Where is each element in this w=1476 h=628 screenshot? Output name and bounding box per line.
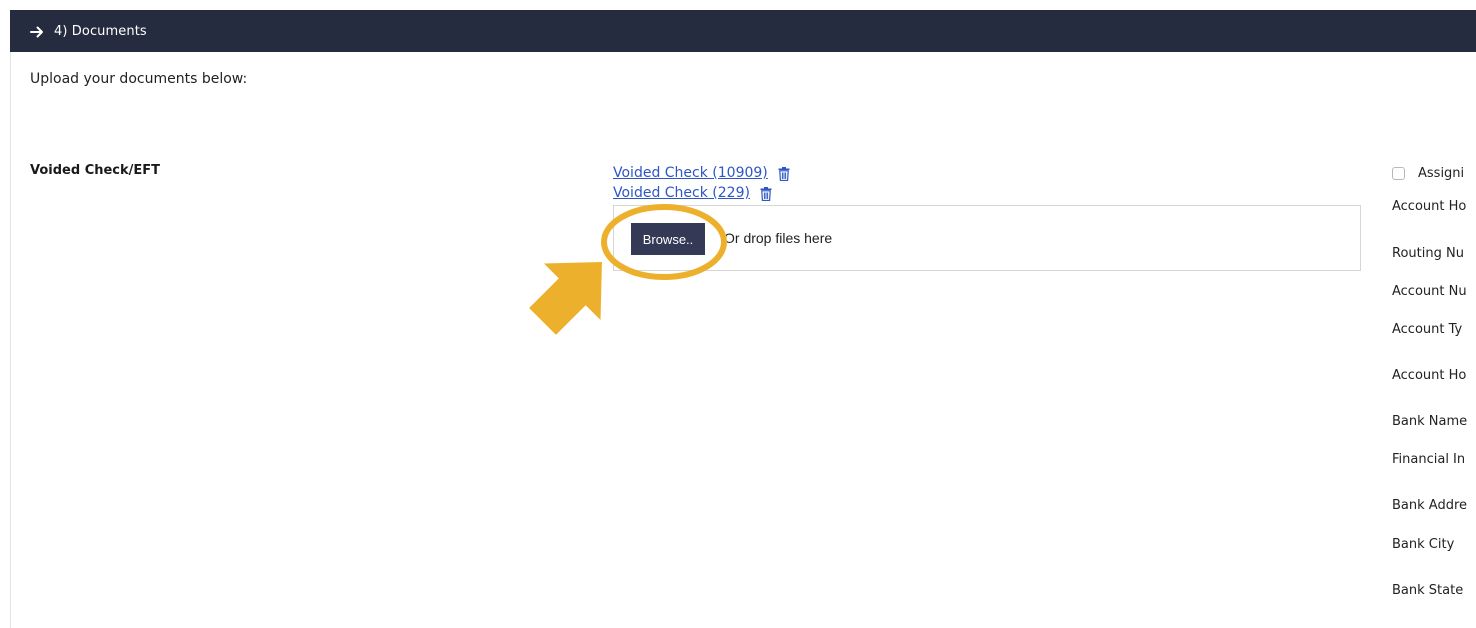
bank-field-label: Financial In bbox=[1392, 452, 1466, 467]
bank-field-label: Account Nu bbox=[1392, 284, 1467, 299]
arrow-right-icon bbox=[30, 24, 44, 38]
trash-icon[interactable] bbox=[778, 166, 790, 182]
bank-field-label: Bank City bbox=[1392, 537, 1455, 552]
assign-checkbox[interactable] bbox=[1392, 167, 1405, 180]
bank-field-label: Bank State bbox=[1392, 583, 1464, 598]
document-label: Voided Check/EFT bbox=[30, 163, 161, 178]
assign-label: Assigni bbox=[1418, 166, 1465, 181]
bank-field-label: Bank Name bbox=[1392, 414, 1468, 429]
file-item: Voided Check (229) bbox=[613, 183, 790, 203]
bank-info-panel: Assigni Account Ho Routing Nu Account Nu… bbox=[1392, 0, 1476, 628]
file-dropzone[interactable]: Browse.. Or drop files here bbox=[613, 205, 1361, 271]
file-link[interactable]: Voided Check (10909) bbox=[613, 165, 768, 181]
left-border bbox=[10, 52, 11, 628]
assign-option[interactable]: Assigni bbox=[1392, 166, 1464, 181]
section-header[interactable]: 4) Documents bbox=[10, 10, 1476, 52]
documents-page: 4) Documents Upload your documents below… bbox=[0, 0, 1476, 628]
drop-files-text: Or drop files here bbox=[724, 230, 833, 246]
highlight-annotation bbox=[529, 204, 727, 335]
bank-field-label: Account Ty bbox=[1392, 322, 1463, 337]
browse-button[interactable]: Browse.. bbox=[631, 223, 705, 255]
section-title: 4) Documents bbox=[54, 23, 147, 39]
bank-field-label: Bank Addre bbox=[1392, 498, 1468, 513]
uploaded-files-list: Voided Check (10909) Voided Check (229) bbox=[613, 163, 790, 203]
bank-field-label: Account Ho bbox=[1392, 199, 1467, 214]
trash-icon[interactable] bbox=[760, 186, 772, 202]
file-link[interactable]: Voided Check (229) bbox=[613, 185, 750, 201]
file-item: Voided Check (10909) bbox=[613, 163, 790, 183]
intro-text: Upload your documents below: bbox=[30, 71, 248, 87]
bank-field-label: Account Ho bbox=[1392, 368, 1467, 383]
bank-field-label: Routing Nu bbox=[1392, 246, 1464, 261]
